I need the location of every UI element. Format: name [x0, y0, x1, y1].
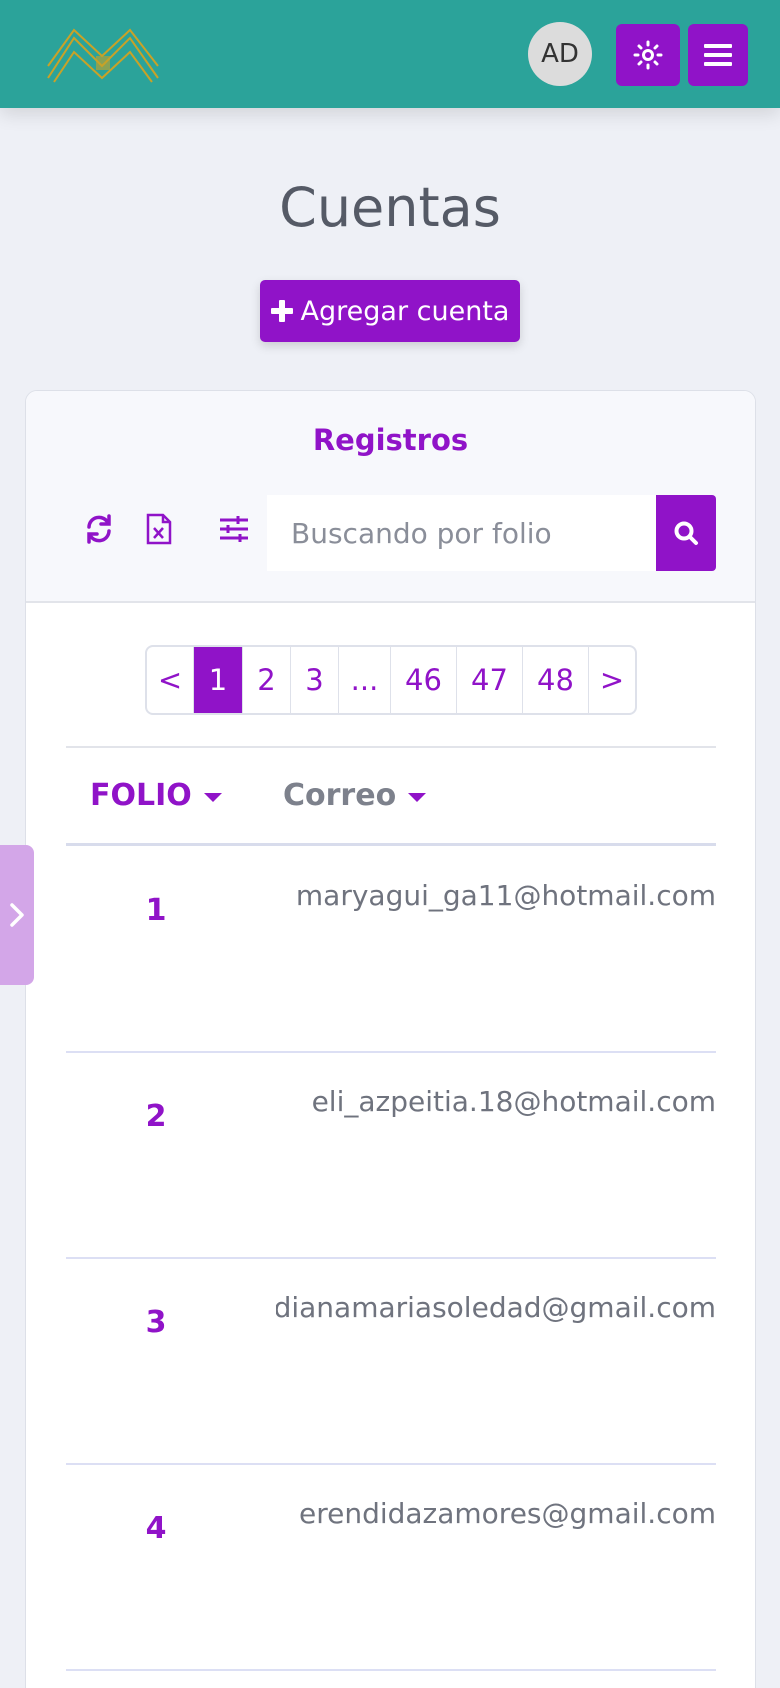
pagination-next[interactable]: > — [589, 647, 635, 713]
row-folio: 2 — [145, 1099, 167, 1134]
pagination-page-47[interactable]: 47 — [457, 647, 523, 713]
table-header: FOLIO Correo — [66, 746, 716, 846]
pagination-ellipsis: ... — [339, 647, 391, 713]
search-input[interactable] — [267, 495, 657, 571]
excel-export-icon — [146, 513, 172, 545]
add-account-label: Agregar cuenta — [300, 295, 510, 327]
pagination-page-3[interactable]: 3 — [291, 647, 339, 713]
caret-down-icon — [203, 793, 222, 802]
pagination-prev[interactable]: < — [147, 647, 194, 713]
records-card-header: Registros — [26, 391, 755, 603]
column-label-correo: Correo — [283, 778, 397, 813]
refresh-icon — [87, 514, 111, 544]
pagination: < 1 2 3 ... 46 47 48 > — [145, 645, 637, 715]
pagination-page-1[interactable]: 1 — [194, 647, 243, 713]
row-folio: 1 — [145, 893, 167, 928]
hamburger-menu-icon — [704, 44, 732, 66]
row-folio: 4 — [145, 1511, 167, 1546]
page-title: Cuentas — [279, 176, 501, 239]
caret-down-icon — [408, 793, 427, 802]
filter-button[interactable] — [216, 511, 252, 547]
add-account-button[interactable]: Agregar cuenta — [260, 280, 520, 342]
plus-icon — [270, 300, 293, 322]
table-row[interactable]: 4 erendidazamores@gmail.com — [66, 1465, 716, 1671]
search-button[interactable] — [656, 495, 716, 571]
row-email: eli_azpeitia.18@hotmail.com — [311, 1085, 716, 1118]
side-drawer-toggle[interactable] — [0, 845, 34, 985]
theme-toggle-button[interactable] — [616, 24, 680, 86]
column-header-folio[interactable]: FOLIO — [90, 778, 222, 813]
top-navbar: AD — [0, 0, 780, 108]
table-row[interactable]: 1 maryagui_ga11@hotmail.com — [66, 847, 716, 1053]
row-folio: 3 — [145, 1305, 167, 1340]
user-avatar[interactable]: AD — [528, 22, 592, 86]
pagination-page-2[interactable]: 2 — [243, 647, 291, 713]
avatar-initials: AD — [541, 39, 579, 69]
mountain-logo[interactable] — [46, 26, 160, 84]
row-email: erendidazamores@gmail.com — [298, 1497, 716, 1530]
filter-sliders-icon — [220, 516, 248, 542]
row-email: viridianamariasoledad@gmail.com — [276, 1291, 716, 1324]
chevron-right-icon — [10, 903, 24, 927]
search-icon — [674, 521, 698, 545]
records-title: Registros — [312, 423, 469, 457]
sun-icon — [633, 40, 663, 70]
pagination-page-46[interactable]: 46 — [391, 647, 457, 713]
export-excel-button[interactable] — [141, 511, 177, 547]
menu-button[interactable] — [688, 24, 748, 86]
row-email: maryagui_ga11@hotmail.com — [295, 879, 716, 912]
column-label-folio: FOLIO — [90, 778, 192, 813]
column-header-correo[interactable]: Correo — [283, 778, 427, 813]
pagination-page-48[interactable]: 48 — [523, 647, 589, 713]
refresh-button[interactable] — [81, 511, 117, 547]
table-row[interactable]: 3 viridianamariasoledad@gmail.com — [66, 1259, 716, 1465]
table-row[interactable]: 2 eli_azpeitia.18@hotmail.com — [66, 1053, 716, 1259]
records-card: Registros Buscando por folio < 1 2 3 ...… — [25, 390, 756, 1688]
